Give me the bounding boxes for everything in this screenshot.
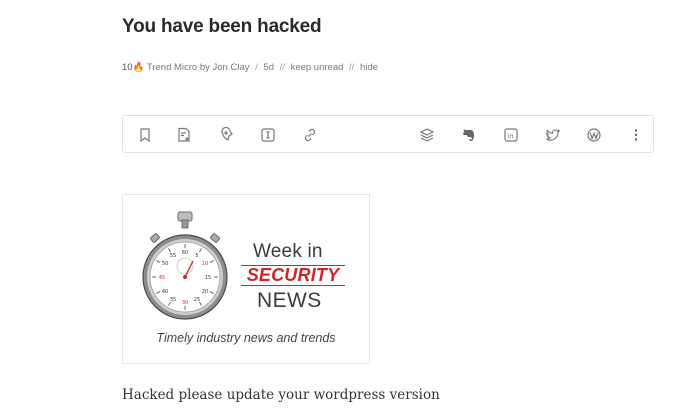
stopwatch-icon: 60 5 10 15 20 25 30 35 40 45 50 55 [142, 211, 228, 320]
article-body: Hacked please update your wordpress vers… [122, 387, 440, 403]
keep-unread-link[interactable]: keep unread [291, 62, 344, 73]
separator: // [349, 62, 355, 73]
more-icon[interactable] [626, 125, 646, 145]
svg-text:55: 55 [170, 253, 176, 259]
svg-text:50: 50 [162, 261, 168, 267]
linkedin-icon[interactable]: in [501, 125, 521, 145]
article-meta: 10🔥 Trend Micro by Jon Clay / 5d // keep… [122, 62, 378, 73]
source-link[interactable]: Trend Micro by Jon Clay [147, 62, 250, 73]
article-image-card: 60 5 10 15 20 25 30 35 40 45 50 55 Week … [122, 194, 370, 364]
add-note-icon[interactable] [174, 125, 194, 145]
hide-link[interactable]: hide [360, 62, 378, 73]
article-title[interactable]: You have been hacked [122, 16, 322, 38]
svg-text:5: 5 [195, 253, 198, 259]
svg-text:60: 60 [182, 250, 188, 256]
svg-text:45: 45 [159, 275, 165, 281]
svg-text:30: 30 [182, 300, 188, 306]
text-view-icon[interactable] [258, 125, 278, 145]
flame-icon: 🔥 [132, 62, 145, 73]
card-headline-news: NEWS [257, 289, 322, 312]
wordpress-icon[interactable] [584, 125, 604, 145]
tag-icon[interactable] [217, 125, 237, 145]
separator: / [255, 62, 258, 73]
svg-text:25: 25 [194, 297, 200, 303]
svg-text:10: 10 [202, 261, 208, 267]
twitter-icon[interactable] [543, 125, 563, 145]
separator: // [279, 62, 285, 73]
bookmark-icon[interactable] [135, 125, 155, 145]
svg-text:15: 15 [205, 275, 211, 281]
card-tagline: Timely industry news and trends [156, 331, 336, 345]
svg-text:40: 40 [162, 289, 168, 295]
card-headline-security: SECURITY [241, 265, 345, 286]
popularity-count: 10🔥 [122, 62, 145, 73]
svg-text:35: 35 [170, 297, 176, 303]
svg-text:in: in [507, 133, 513, 141]
evernote-icon[interactable] [459, 125, 479, 145]
article-age: 5d [263, 62, 274, 73]
card-headline-week-in: Week in [253, 241, 323, 262]
svg-text:20: 20 [202, 289, 208, 295]
layers-icon[interactable] [417, 125, 437, 145]
article-toolbar: in [122, 115, 654, 153]
link-icon[interactable] [300, 125, 320, 145]
